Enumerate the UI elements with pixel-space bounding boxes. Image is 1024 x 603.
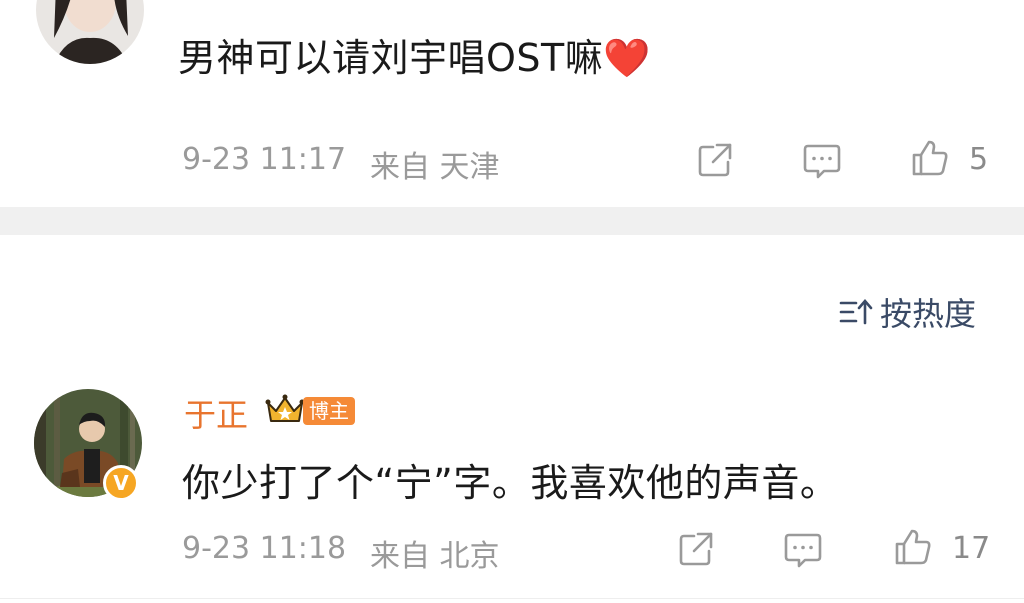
section-divider [0, 207, 1024, 235]
share-icon[interactable] [695, 140, 735, 180]
sort-icon [838, 297, 874, 327]
comment-icon[interactable] [783, 529, 823, 569]
sort-button[interactable]: 按热度 [838, 290, 976, 334]
comment-location: 来自 北京 [370, 539, 500, 574]
comment-text: 男神可以请刘宇唱OST嘛❤️ [178, 36, 652, 80]
comment-time: 9-23 11:18 [182, 531, 347, 566]
comment-time: 9-23 11:17 [182, 142, 347, 177]
crown-icon [265, 393, 305, 427]
comment-text: 你少打了个“宁”字。我喜欢他的声音。 [182, 461, 839, 505]
avatar[interactable] [36, 0, 144, 64]
verified-icon: V [103, 465, 139, 501]
comment-icon[interactable] [802, 140, 842, 180]
share-icon[interactable] [676, 529, 716, 569]
username[interactable]: 于正 [184, 390, 248, 436]
like-icon[interactable] [893, 527, 933, 567]
bottom-divider [0, 598, 1024, 599]
comment-feed: 男神可以请刘宇唱OST嘛❤️ 9-23 11:17 来自 天津 5 按热度 V … [0, 0, 1024, 603]
author-badge: 博主 [303, 397, 355, 425]
sort-label: 按热度 [880, 295, 977, 333]
like-count: 17 [952, 531, 991, 566]
comment-location: 来自 天津 [370, 150, 500, 185]
heart-emoji: ❤️ [603, 36, 652, 80]
like-count: 5 [969, 142, 989, 177]
like-icon[interactable] [910, 138, 950, 178]
